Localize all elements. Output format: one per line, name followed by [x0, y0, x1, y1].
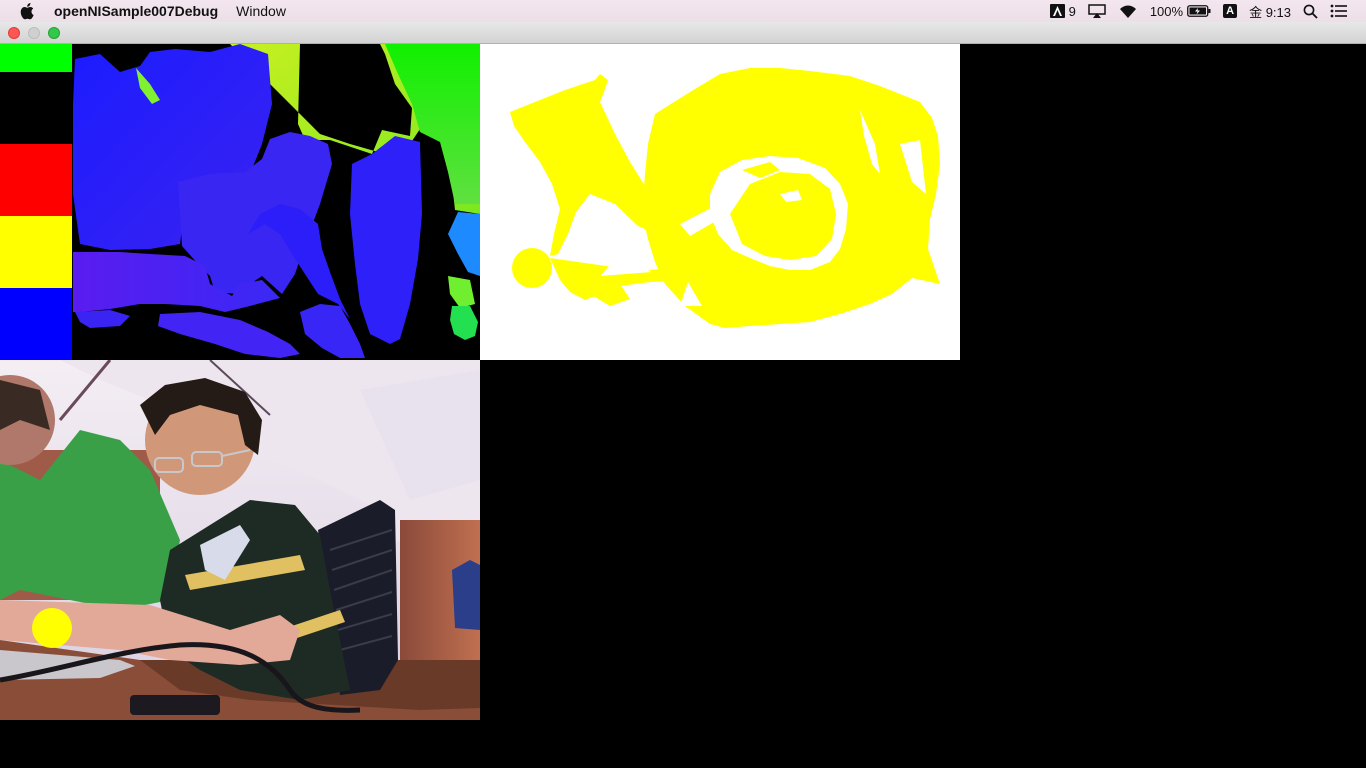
app-menu[interactable]: openNISample007Debug — [54, 3, 218, 19]
input-source-menu-extra[interactable]: A — [1223, 4, 1238, 18]
airplay-menu-extra[interactable] — [1088, 4, 1106, 18]
zoom-window-button[interactable] — [48, 27, 60, 39]
wifi-icon — [1119, 5, 1136, 18]
color-swatch-red — [0, 144, 72, 216]
notification-center-icon — [1330, 4, 1347, 18]
battery-menu-extra[interactable]: 100% — [1150, 4, 1211, 19]
color-swatch-blue — [0, 288, 72, 360]
adobe-count: 9 — [1068, 3, 1076, 19]
battery-icon — [1187, 5, 1211, 17]
color-swatch-green — [0, 44, 72, 72]
rgb-camera-view — [0, 360, 480, 720]
notification-center-menu-extra[interactable] — [1330, 4, 1348, 18]
close-window-button[interactable] — [8, 27, 20, 39]
hand-tracking-marker — [32, 608, 72, 648]
depth-map-view — [0, 44, 480, 360]
apple-icon[interactable] — [20, 2, 36, 20]
color-swatch-black — [0, 72, 72, 144]
input-source-icon: A — [1223, 4, 1238, 18]
adobe-icon — [1049, 4, 1065, 18]
battery-percentage: 100% — [1149, 3, 1184, 19]
color-swatch-yellow — [0, 216, 72, 288]
wifi-menu-extra[interactable] — [1118, 4, 1138, 19]
camera-image — [0, 360, 480, 720]
window-title-bar[interactable] — [0, 22, 1366, 44]
airplay-icon — [1088, 4, 1106, 18]
spotlight-menu-extra[interactable] — [1303, 4, 1318, 19]
adobe-menu-extra[interactable]: 9 — [1049, 3, 1076, 19]
depth-image — [73, 44, 480, 358]
minimize-window-button[interactable] — [28, 27, 40, 39]
spotlight-search-icon — [1303, 4, 1318, 19]
clock[interactable]: 金 9:13 — [1249, 2, 1291, 21]
tracking-drawing-view — [480, 44, 960, 360]
window-menu[interactable]: Window — [236, 3, 286, 19]
menu-bar: openNISample007Debug Window 9 100% A 金 9… — [0, 0, 1366, 22]
